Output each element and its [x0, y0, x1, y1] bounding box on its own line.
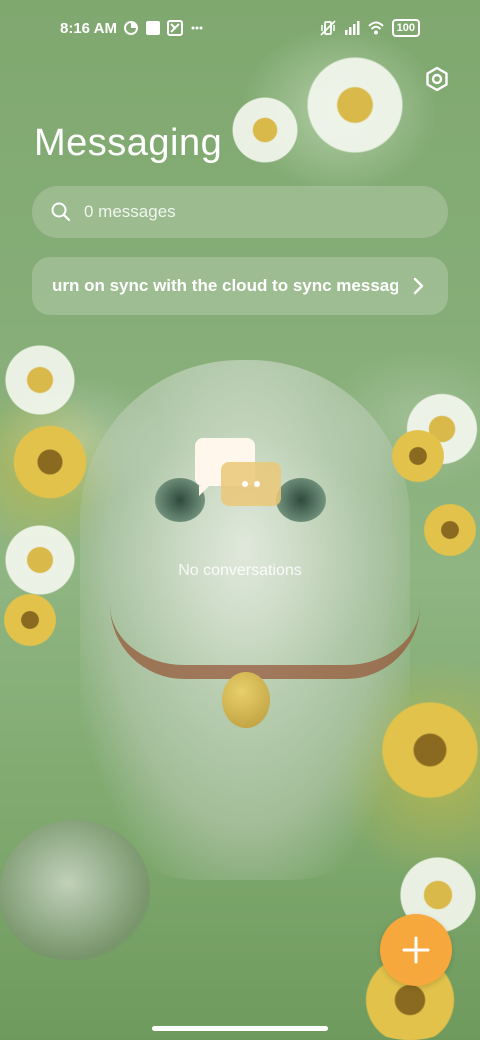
wifi-icon	[367, 21, 384, 35]
wallpaper-flower	[300, 50, 410, 160]
status-bar-right: 100	[320, 19, 420, 37]
more-notifications-icon	[191, 26, 203, 30]
settings-button[interactable]	[420, 62, 454, 96]
wallpaper-flower	[0, 340, 80, 420]
wallpaper-small-cat	[0, 820, 150, 960]
plus-icon	[402, 936, 430, 964]
empty-state-text: No conversations	[178, 562, 302, 579]
search-bar[interactable]: 0 messages	[32, 186, 448, 238]
chat-bubbles-icon	[195, 436, 285, 508]
status-bar: 8:16 AM 100	[0, 0, 480, 56]
status-time: 8:16 AM	[60, 19, 117, 37]
wallpaper-flower	[380, 690, 480, 810]
signal-icon	[344, 21, 360, 35]
wallpaper-flower	[230, 90, 300, 170]
wallpaper-collar	[110, 605, 420, 679]
empty-state: No conversations	[0, 436, 480, 580]
search-icon	[51, 202, 71, 222]
status-bar-left: 8:16 AM	[60, 20, 205, 37]
data-saver-icon	[123, 21, 138, 35]
sync-banner[interactable]: urn on sync with the cloud to sync messa…	[32, 257, 448, 315]
settings-icon	[426, 66, 448, 92]
sync-banner-text: urn on sync with the cloud to sync messa…	[52, 276, 398, 295]
wallpaper-bell	[222, 672, 270, 728]
app-notification-icon	[166, 20, 183, 36]
vibrate-off-icon	[320, 20, 336, 36]
wallpaper-flower	[0, 590, 60, 650]
battery-indicator: 100	[391, 19, 420, 37]
chevron-right-icon	[413, 277, 424, 295]
chat-bubble-front	[221, 462, 281, 506]
notification-square-icon	[145, 21, 160, 35]
search-placeholder: 0 messages	[84, 202, 176, 221]
page-title: Messaging	[34, 122, 223, 164]
new-message-button[interactable]	[380, 914, 452, 986]
home-indicator[interactable]	[152, 1026, 328, 1031]
